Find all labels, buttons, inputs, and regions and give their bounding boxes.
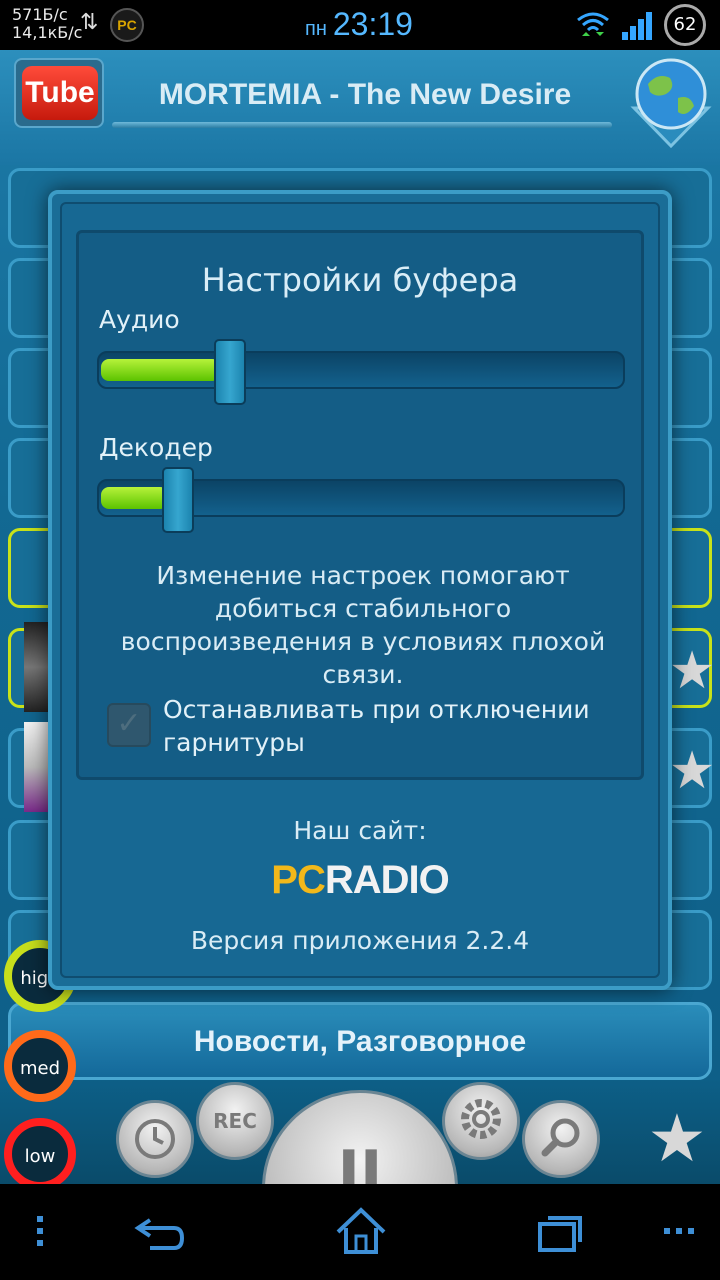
clock-icon: [135, 1119, 175, 1159]
signal-icon: [622, 12, 652, 40]
status-bar: 571Б/с 14,1кБ/с ⇅ PC пн 23:19 62: [0, 0, 720, 50]
audio-slider-fill: [101, 359, 220, 381]
gear-icon: [461, 1099, 501, 1139]
audio-slider-thumb[interactable]: [214, 339, 246, 405]
headset-stop-label[interactable]: Останавливать при отключении гарнитуры: [163, 693, 633, 759]
settings-button[interactable]: [442, 1082, 520, 1160]
star-icon[interactable]: ★: [668, 636, 716, 706]
search-button[interactable]: [522, 1100, 600, 1178]
station-thumbnail: [24, 722, 48, 812]
system-nav-bar: [0, 1184, 720, 1280]
site-label: Наш сайт:: [293, 816, 427, 845]
quality-med-label: med: [19, 1058, 61, 1079]
overflow-icon[interactable]: [662, 1206, 696, 1256]
decoder-buffer-slider[interactable]: [97, 467, 625, 533]
status-time: 23:19: [332, 6, 413, 42]
youtube-logo: Tube: [22, 66, 98, 120]
buffer-info-text: Изменение настроек помогают добиться ста…: [120, 561, 606, 689]
back-icon[interactable]: [130, 1206, 190, 1256]
net-down: 571Б/с: [12, 5, 68, 24]
battery-indicator: 62: [664, 4, 706, 46]
headset-stop-option[interactable]: ✓ Останавливать при отключении гарнитуры: [107, 693, 627, 763]
record-button[interactable]: REC: [196, 1082, 274, 1160]
network-speed: 571Б/с 14,1кБ/с: [12, 6, 82, 42]
audio-buffer-slider[interactable]: [97, 339, 625, 405]
status-day: пн: [305, 18, 327, 40]
logo-pc: PC: [271, 858, 326, 902]
sleep-timer-button[interactable]: [116, 1100, 194, 1178]
pcradio-notification-icon: PC: [110, 8, 144, 42]
quality-low-button[interactable]: low: [4, 1118, 76, 1184]
star-icon[interactable]: ★: [668, 736, 716, 806]
globe-icon[interactable]: [628, 54, 714, 148]
status-clock: пн 23:19: [305, 6, 413, 43]
dialog-title: Настройки буфера: [201, 261, 519, 299]
quality-low-label: low: [24, 1146, 56, 1167]
decoder-slider-thumb[interactable]: [162, 467, 194, 533]
favorites-star-icon[interactable]: ★: [640, 1102, 714, 1176]
logo-radio: RADIO: [324, 858, 450, 902]
buffer-settings-box: Настройки буфера Аудио Декодер Изменение…: [76, 230, 644, 780]
menu-icon[interactable]: [28, 1206, 52, 1256]
wifi-icon: [577, 12, 609, 36]
home-icon[interactable]: [334, 1206, 388, 1256]
genre-bar[interactable]: Новости, Разговорное: [8, 1002, 712, 1080]
youtube-button[interactable]: Tube: [14, 58, 104, 128]
decoder-slider-fill: [101, 487, 168, 509]
net-up: 14,1кБ/с: [12, 23, 83, 42]
audio-label: Аудио: [99, 305, 180, 334]
headset-stop-checkbox[interactable]: ✓: [107, 703, 151, 747]
search-icon: [541, 1118, 580, 1157]
station-title: MORTEMIA - The New Desire: [158, 78, 572, 111]
quality-med-button[interactable]: med: [4, 1030, 76, 1102]
pcradio-logo[interactable]: PCRADIO: [48, 858, 672, 903]
recents-icon[interactable]: [536, 1206, 586, 1256]
station-thumbnail: [24, 622, 48, 712]
app-version: Версия приложения 2.2.4: [190, 926, 530, 955]
decoder-label: Декодер: [99, 433, 213, 462]
genre-label: Новости, Разговорное: [193, 1025, 527, 1058]
transfer-arrows-icon: ⇅: [80, 10, 99, 35]
title-underline: [112, 122, 612, 128]
